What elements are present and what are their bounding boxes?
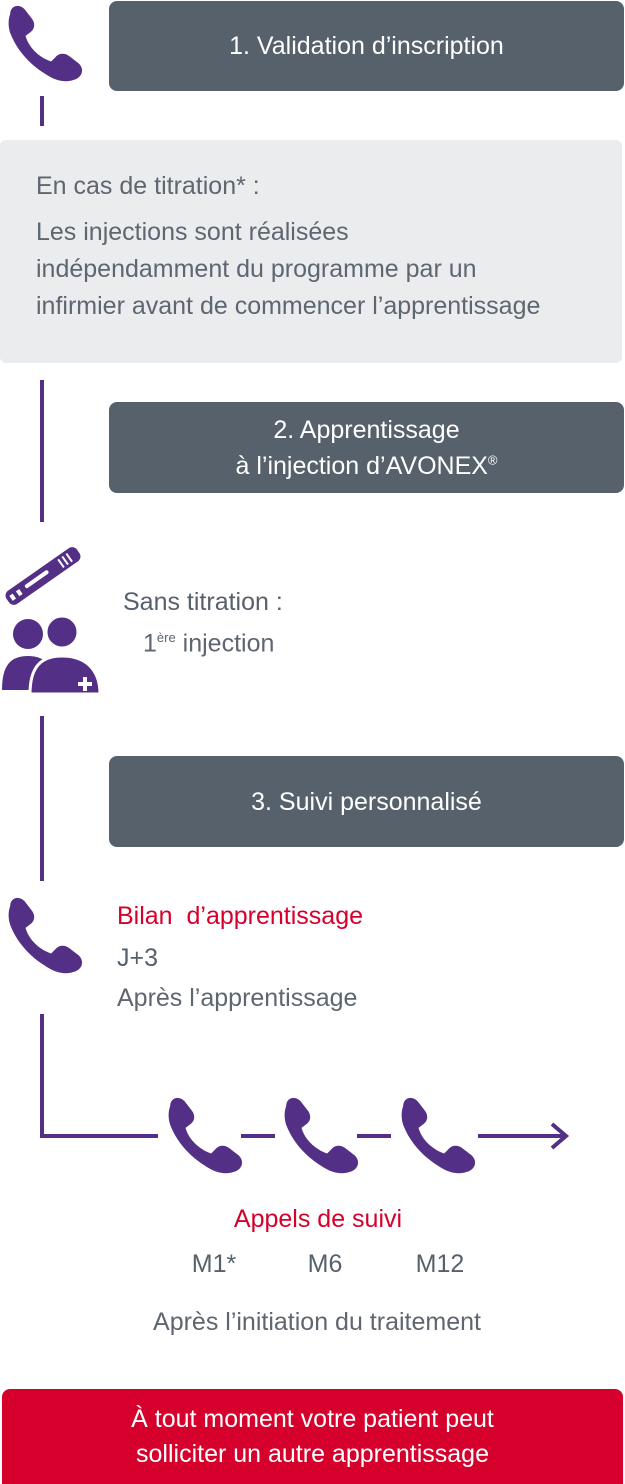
titration-title: En cas de titration* : [36,172,260,200]
month-label: M6 [307,1250,343,1278]
follow-up-title: Appels de suivi [233,1205,403,1233]
registered-mark: ® [487,452,498,468]
connector-line [40,380,44,522]
arrow-right-icon [478,1122,570,1150]
connector-dash [357,1134,391,1138]
phone-icon [397,1094,479,1176]
step-2-box: 2. Apprentissage à l’injection d’AVONEX® [109,402,624,493]
phone-icon [280,1094,362,1176]
step-3-box: 3. Suivi personnalisé [109,756,624,847]
connector-line [40,1134,158,1138]
bilan-title: Bilan d’apprentissage [117,902,363,930]
cta-line-2: solliciter un autre apprentissage [136,1439,489,1468]
bilan-day: J+3 [117,944,159,972]
step-2-line-2: à l’injection d’AVONEX® [235,451,498,480]
first-injection-label: 1ère injection [143,629,275,658]
titration-line-2: indépendamment du programme par un [36,255,477,283]
no-titration-title: Sans titration : [123,588,283,616]
titration-line-3: infirmier avant de commencer l’apprentis… [36,292,541,320]
pen-injector-icon [5,547,81,605]
titration-line-1: Les injections sont réalisées [36,218,349,246]
step-3-label: 3. Suivi personnalisé [251,787,482,816]
month-label: M12 [415,1250,465,1278]
step-1-box: 1. Validation d’inscription [109,1,624,91]
step-1-label: 1. Validation d’inscription [229,32,504,60]
patient-nurse-icon [2,614,102,696]
titration-text: Les injections sont réalisées indépendam… [36,214,622,325]
connector-line [40,96,44,126]
cta-line-1: À tout moment votre patient peut [131,1404,494,1433]
phone-icon [4,2,86,84]
month-label: M1* [191,1250,237,1278]
follow-up-after: Après l’initiation du traitement [153,1308,481,1336]
bilan-after: Après l’apprentissage [117,984,358,1012]
phone-icon [164,1094,246,1176]
cta-banner: À tout moment votre patient peut sollici… [2,1389,623,1484]
connector-line [40,716,44,881]
connector-line [40,1014,44,1138]
titration-info-box: En cas de titration* : Les injections so… [0,140,622,363]
step-2-line-1: 2. Apprentissage [273,415,460,444]
connector-dash [241,1134,275,1138]
phone-icon [4,894,86,976]
